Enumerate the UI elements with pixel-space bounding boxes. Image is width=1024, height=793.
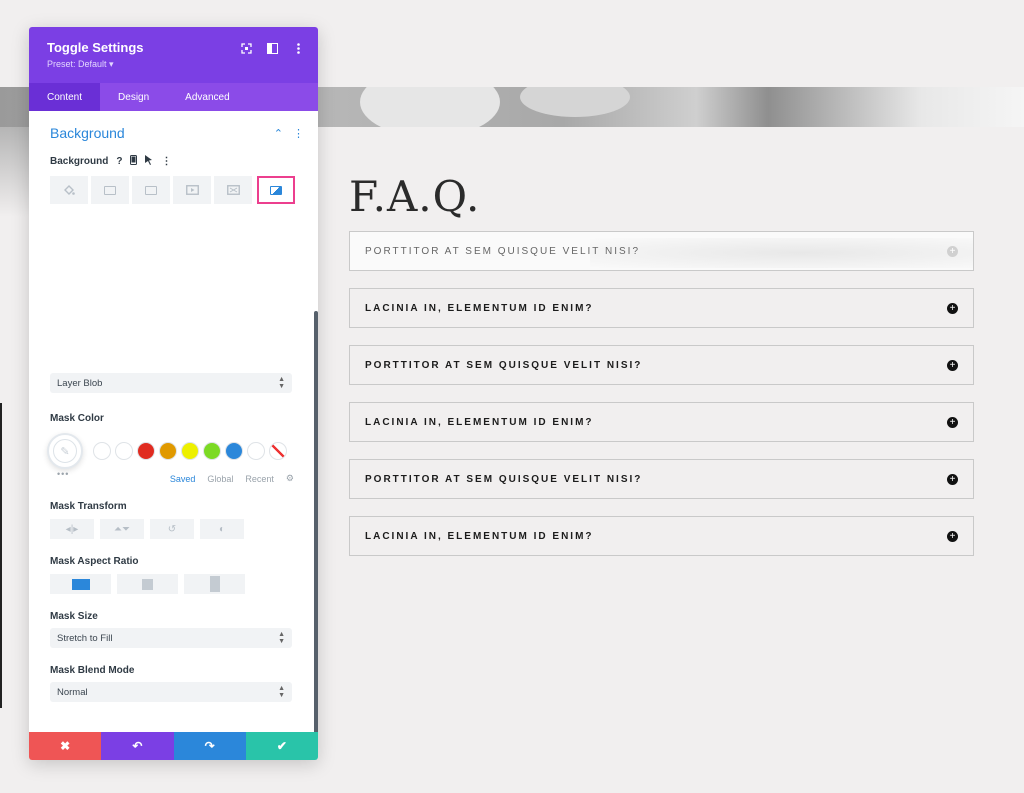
faq-list: PORTTITOR AT SEM QUISQUE VELIT NISI? + L… (349, 231, 974, 573)
mobile-icon[interactable] (130, 155, 138, 168)
left-divider (0, 403, 2, 708)
color-swatch[interactable] (247, 442, 265, 460)
aspect-portrait-icon[interactable] (184, 574, 245, 594)
header-icons (240, 42, 304, 54)
hero-shape (520, 87, 630, 117)
help-icon[interactable]: ? (116, 156, 122, 167)
color-swatch[interactable] (137, 442, 155, 460)
mask-style-select[interactable]: Layer Blob ▲ ▼ (50, 373, 292, 393)
redo-button[interactable]: ↷ (173, 732, 246, 760)
mask-size-label: Mask Size (50, 611, 98, 622)
aspect-landscape-icon[interactable] (50, 574, 111, 594)
palette-tab-global[interactable]: Global (207, 474, 233, 484)
pattern-type-icon[interactable] (214, 176, 252, 204)
background-type-tabs (50, 176, 318, 204)
color-type-icon[interactable] (50, 176, 88, 204)
plus-icon: + (947, 530, 958, 542)
panel-footer: ✖ ↶ ↷ ✔ (29, 732, 318, 760)
rotate-icon[interactable]: ↺ (150, 519, 194, 539)
cursor-icon[interactable] (145, 155, 153, 168)
mask-style-value: Layer Blob (57, 377, 103, 389)
mask-color-label: Mask Color (50, 413, 104, 424)
eyedropper-icon: ✎ (53, 439, 77, 463)
background-field-row: Background ? ⋮ (29, 155, 318, 168)
color-swatch[interactable] (225, 442, 243, 460)
hero-shape (360, 87, 500, 127)
plus-icon: + (947, 473, 958, 485)
faq-question: LACINIA IN, ELEMENTUM ID ENIM? (365, 416, 594, 428)
section-controls: ⌃ ⋮ (274, 127, 304, 140)
faq-question: LACINIA IN, ELEMENTUM ID ENIM? (365, 302, 594, 314)
faq-question: PORTTITOR AT SEM QUISQUE VELIT NISI? (365, 359, 643, 371)
image-type-icon[interactable] (132, 176, 170, 204)
mask-transform-buttons: ◂|▸ ⏶⏷ ↺ ◐ (50, 519, 318, 539)
mask-size-select[interactable]: Stretch to Fill ▲ ▼ (50, 628, 292, 648)
mask-transform-label: Mask Transform (50, 501, 127, 512)
select-caret-icon: ▲ ▼ (278, 631, 285, 645)
color-swatch[interactable] (159, 442, 177, 460)
plus-icon: + (947, 245, 958, 257)
tab-content[interactable]: Content (29, 83, 101, 111)
chevron-up-icon[interactable]: ⌃ (274, 127, 283, 140)
expand-icon[interactable] (240, 42, 252, 54)
video-type-icon[interactable] (173, 176, 211, 204)
gradient-type-icon[interactable] (91, 176, 129, 204)
faq-question: PORTTITOR AT SEM QUISQUE VELIT NISI? (365, 473, 643, 485)
faq-toggle-item[interactable]: PORTTITOR AT SEM QUISQUE VELIT NISI? + (349, 345, 974, 385)
invert-icon[interactable]: ◐ (200, 519, 244, 539)
mask-aspect-buttons (50, 574, 318, 594)
panel-scrollbar[interactable] (314, 311, 318, 732)
cancel-button[interactable]: ✖ (29, 732, 102, 760)
faq-toggle-item[interactable]: PORTTITOR AT SEM QUISQUE VELIT NISI? + (349, 231, 974, 271)
faq-title: F.A.Q. (349, 172, 481, 221)
more-icon[interactable]: ⋮ (293, 127, 304, 140)
aspect-square-icon[interactable] (117, 574, 178, 594)
faq-question: LACINIA IN, ELEMENTUM ID ENIM? (365, 530, 594, 542)
color-swatch[interactable] (181, 442, 199, 460)
faq-question: PORTTITOR AT SEM QUISQUE VELIT NISI? (365, 245, 641, 257)
palette-tab-saved[interactable]: Saved (170, 474, 196, 484)
color-swatch[interactable] (115, 442, 133, 460)
mask-preview (50, 208, 290, 363)
section-title: Background (50, 125, 125, 141)
color-swatch[interactable] (93, 442, 111, 460)
panel-header[interactable]: Toggle Settings Preset: Default ▾ (29, 27, 318, 83)
preset-selector[interactable]: Preset: Default ▾ (47, 59, 300, 70)
background-label: Background (50, 156, 109, 167)
background-section-header[interactable]: Background ⌃ ⋮ (29, 111, 318, 141)
faq-toggle-item[interactable]: LACINIA IN, ELEMENTUM ID ENIM? + (349, 288, 974, 328)
color-picker[interactable]: ✎ (47, 433, 83, 469)
mask-blend-label: Mask Blend Mode (50, 665, 135, 676)
no-color-swatch[interactable] (269, 442, 287, 460)
plus-icon: + (947, 416, 958, 428)
toggle-settings-panel: Toggle Settings Preset: Default ▾ Conten… (29, 27, 318, 760)
mask-aspect-label: Mask Aspect Ratio (50, 556, 139, 567)
save-button[interactable]: ✔ (245, 732, 318, 760)
mask-size-value: Stretch to Fill (57, 632, 113, 644)
sidebar-icon[interactable] (266, 42, 278, 54)
undo-button[interactable]: ↶ (101, 732, 174, 760)
plus-icon: + (947, 359, 958, 371)
panel-tabs: Content Design Advanced (29, 83, 318, 111)
tab-advanced[interactable]: Advanced (167, 83, 247, 111)
faq-toggle-item[interactable]: LACINIA IN, ELEMENTUM ID ENIM? + (349, 516, 974, 556)
color-swatch[interactable] (203, 442, 221, 460)
flip-horizontal-icon[interactable]: ◂|▸ (50, 519, 94, 539)
mask-type-icon[interactable] (257, 176, 295, 204)
select-caret-icon: ▲ ▼ (278, 376, 285, 390)
tab-design[interactable]: Design (100, 83, 167, 111)
palette-tab-recent[interactable]: Recent (245, 474, 274, 484)
faq-toggle-item[interactable]: LACINIA IN, ELEMENTUM ID ENIM? + (349, 402, 974, 442)
mask-blend-value: Normal (57, 686, 88, 698)
more-icon[interactable]: ⋮ (161, 156, 171, 167)
select-caret-icon: ▲ ▼ (278, 685, 285, 699)
mask-blend-select[interactable]: Normal ▲ ▼ (50, 682, 292, 702)
plus-icon: + (947, 302, 958, 314)
faq-toggle-item[interactable]: PORTTITOR AT SEM QUISQUE VELIT NISI? + (349, 459, 974, 499)
color-swatches: ✎ (47, 433, 318, 469)
more-icon[interactable] (292, 42, 304, 54)
gear-icon[interactable]: ⚙ (286, 473, 294, 484)
panel-body: Background ⌃ ⋮ Background ? ⋮ Layer Blob… (29, 111, 318, 732)
flip-vertical-icon[interactable]: ⏶⏷ (100, 519, 144, 539)
